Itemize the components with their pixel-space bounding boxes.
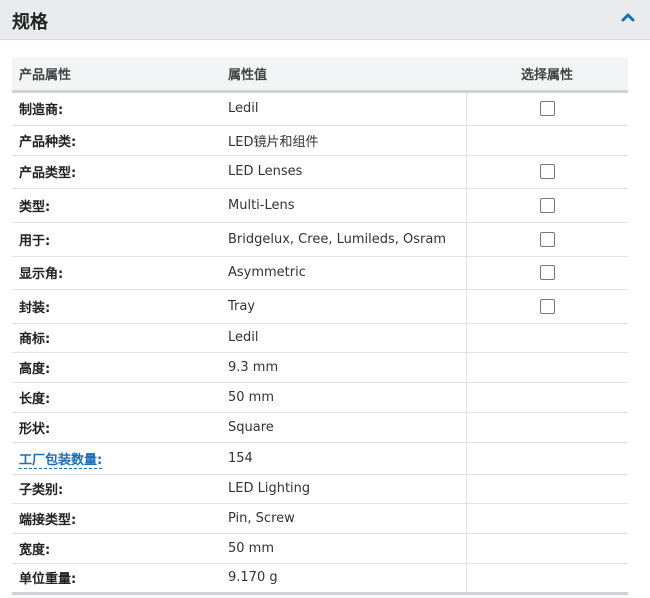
attribute-label: 制造商: [12,91,221,126]
select-cell [465,352,628,383]
table-row: 产品类型: LED Lenses [12,155,628,189]
table-row: 子类别: LED Lighting [12,474,628,504]
attribute-label: 封装: [12,289,221,324]
attribute-value: 9.3 mm [221,352,466,383]
attribute-label: 单位重量: [12,563,221,595]
collapse-button[interactable] [618,8,638,28]
attribute-value: LED镜片和组件 [221,125,466,156]
table-row: 用于: Bridgelux, Cree, Lumileds, Osram [12,222,628,257]
select-attribute-checkbox[interactable] [539,265,555,280]
table-row: 长度: 50 mm [12,382,628,413]
table-row: 宽度: 50 mm [12,533,628,564]
select-cell [465,474,628,504]
table-row: 封装: Tray [12,289,628,324]
attribute-label: 长度: [12,382,221,413]
attribute-value: Bridgelux, Cree, Lumileds, Osram [221,222,466,257]
attribute-value: Ledil [221,323,466,353]
attribute-value: 50 mm [221,382,466,413]
attribute-label: 宽度: [12,533,221,564]
table-header-row: 产品属性 属性值 选择属性 [12,57,628,93]
attribute-label: 子类别: [12,474,221,504]
attribute-label: 类型: [12,188,221,223]
table-row: 商标: Ledil [12,323,628,353]
select-cell [465,382,628,413]
select-attribute-checkbox[interactable] [539,164,555,179]
select-attribute-checkbox[interactable] [539,231,555,247]
attribute-label: 高度: [12,352,221,383]
table-row: 形状: Square [12,412,628,443]
select-cell [465,125,628,156]
table-row: 显示角: Asymmetric [12,256,628,290]
panel-header: 规格 [0,0,650,40]
attribute-value: Tray [221,289,466,324]
attribute-value: Multi-Lens [221,188,466,223]
attribute-value: Ledil [221,91,466,126]
select-cell [465,412,628,443]
attribute-value: 154 [221,442,466,475]
table-row: 类型: Multi-Lens [12,188,628,223]
select-attribute-checkbox[interactable] [539,197,555,213]
column-header-attribute: 产品属性 [12,57,221,93]
attribute-label: 产品类型: [12,155,221,189]
select-cell [465,289,628,324]
specifications-panel: 规格 产品属性 属性值 选择属性 制造商: Ledil 产品种类: LED镜片和组件产… [0,0,650,598]
select-cell [465,563,628,595]
attribute-link[interactable]: 工厂包装数量: [19,452,103,469]
select-cell [465,222,628,257]
table-row: 单位重量: 9.170 g [12,563,628,595]
select-attribute-checkbox[interactable] [539,298,555,314]
table-row: 端接类型: Pin, Screw [12,503,628,534]
attribute-value: 50 mm [221,533,466,564]
select-cell [465,155,628,189]
select-cell [465,323,628,353]
attribute-value: Square [221,412,466,443]
table-row: 工厂包装数量: 154 [12,442,628,475]
attribute-value: Asymmetric [221,256,466,290]
attribute-label: 用于: [12,222,221,257]
attribute-label: 产品种类: [12,125,221,156]
attribute-value: LED Lenses [221,155,466,189]
select-cell [465,533,628,564]
select-cell [465,91,628,126]
panel-title: 规格 [12,12,48,33]
column-header-select: 选择属性 [466,57,628,93]
select-cell [465,188,628,223]
column-header-value: 属性值 [221,57,466,93]
select-cell [465,256,628,290]
attribute-label: 商标: [12,323,221,353]
select-cell [465,442,628,475]
specs-table: 产品属性 属性值 选择属性 制造商: Ledil 产品种类: LED镜片和组件 产品类型… [12,57,628,595]
attribute-value: LED Lighting [221,474,466,504]
attribute-value: Pin, Screw [221,503,466,534]
chevron-up-icon [621,13,635,22]
select-attribute-checkbox[interactable] [539,101,555,116]
table-row: 高度: 9.3 mm [12,352,628,383]
attribute-label: 端接类型: [12,503,221,534]
select-cell [465,503,628,534]
attribute-label: 工厂包装数量: [12,442,221,475]
attribute-value: 9.170 g [221,563,466,595]
attribute-label: 显示角: [12,256,221,290]
table-row: 产品种类: LED镜片和组件 [12,125,628,156]
table-row: 制造商: Ledil [12,91,628,126]
attribute-label: 形状: [12,412,221,443]
